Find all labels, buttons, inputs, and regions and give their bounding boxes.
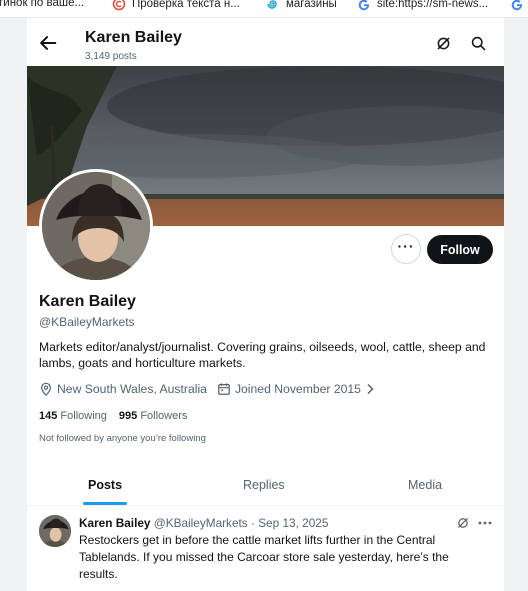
bookmark-item[interactable]: Проверка текста н... bbox=[112, 0, 240, 11]
copyright-icon bbox=[112, 0, 126, 11]
profile-handle: @KBaileyMarkets bbox=[39, 315, 135, 329]
profile-header: Karen Bailey 3,149 posts bbox=[27, 18, 504, 66]
bookmarks-bar: тинок по ваше... Проверка текста н... ма… bbox=[0, 0, 528, 18]
following-count: 145 bbox=[39, 410, 58, 422]
location-item: New South Wales, Australia bbox=[39, 382, 207, 396]
grok-icon[interactable] bbox=[435, 35, 452, 52]
profile-name: Karen Bailey bbox=[39, 293, 136, 310]
more-horizontal-icon[interactable] bbox=[477, 516, 493, 530]
more-icon: ··· bbox=[397, 238, 415, 254]
tweet-text: Restockers get in before the cattle mark… bbox=[79, 533, 449, 581]
tweet-date[interactable]: · Sep 13, 2025 bbox=[251, 516, 328, 530]
follow-button[interactable]: Follow bbox=[427, 235, 493, 264]
search-icon[interactable] bbox=[470, 35, 487, 52]
followers-count: 995 bbox=[118, 410, 138, 422]
bookmark-label: тинок по ваше... bbox=[0, 0, 85, 9]
not-followed-note: Not followed by anyone you’re following bbox=[39, 433, 206, 444]
bookmark-item[interactable]: тинок по ваше... bbox=[0, 0, 84, 9]
following-label: Following bbox=[60, 410, 107, 422]
tweet-author-handle[interactable]: @KBaileyMarkets bbox=[154, 516, 248, 530]
more-options-button[interactable]: ··· bbox=[391, 234, 421, 264]
bookmark-item[interactable]: site:https://sm-news... bbox=[357, 0, 488, 11]
tab-media[interactable]: Media bbox=[408, 478, 442, 492]
google-icon bbox=[358, 0, 370, 11]
avatar-photo bbox=[39, 515, 71, 547]
followers-label: Followers bbox=[140, 410, 188, 422]
tab-replies[interactable]: Replies bbox=[243, 478, 285, 492]
following-link[interactable]: 145 Following bbox=[39, 410, 107, 422]
profile-tabs: Posts Replies Media bbox=[27, 466, 504, 506]
tweet-avatar[interactable] bbox=[39, 515, 71, 547]
tweet-author-name[interactable]: Karen Bailey bbox=[79, 516, 150, 530]
grok-icon[interactable] bbox=[456, 516, 470, 530]
header-post-count: 3,149 posts bbox=[85, 51, 137, 62]
bookmark-item[interactable]: магазины bbox=[266, 0, 337, 11]
profile-page: Karen Bailey 3,149 posts ··· Follow Kare… bbox=[26, 18, 505, 591]
spiral-icon bbox=[267, 0, 277, 9]
header-name: Karen Bailey bbox=[85, 29, 182, 46]
tweet-header: Karen Bailey @KBaileyMarkets · Sep 13, 2… bbox=[79, 516, 328, 530]
followers-link[interactable]: 995 Followers bbox=[119, 410, 188, 422]
tab-posts[interactable]: Posts bbox=[88, 478, 122, 492]
avatar-photo bbox=[42, 172, 150, 280]
bookmark-label: магазины bbox=[286, 0, 337, 10]
follow-stats: 145 Following 995 Followers bbox=[39, 410, 187, 422]
active-tab-indicator bbox=[83, 502, 127, 505]
chevron-right-icon bbox=[367, 383, 374, 395]
profile-meta: New South Wales, Australia Joined Novemb… bbox=[39, 382, 385, 396]
google-icon[interactable] bbox=[510, 0, 524, 11]
calendar-icon bbox=[218, 383, 230, 395]
bookmark-label: Проверка текста н... bbox=[132, 0, 240, 10]
back-arrow-icon[interactable] bbox=[37, 32, 59, 54]
joined-text: Joined November 2015 bbox=[234, 382, 361, 396]
location-text: New South Wales, Australia bbox=[57, 382, 207, 396]
bookmark-label: site:https://sm-news... bbox=[377, 0, 489, 10]
joined-item[interactable]: Joined November 2015 bbox=[217, 382, 375, 396]
profile-avatar[interactable] bbox=[39, 169, 153, 283]
location-pin-icon bbox=[41, 382, 51, 396]
profile-bio: Markets editor/analyst/journalist. Cover… bbox=[39, 340, 486, 370]
